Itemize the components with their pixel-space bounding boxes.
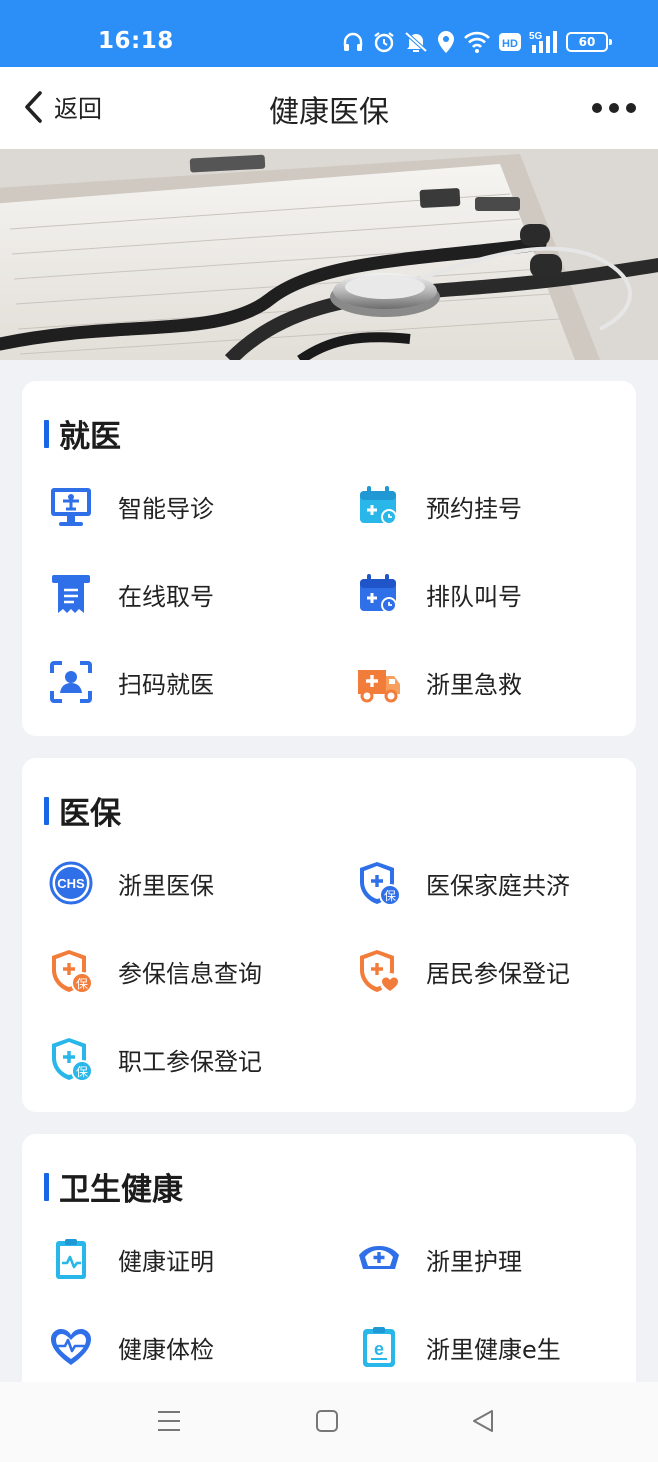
more-button[interactable] bbox=[592, 103, 636, 113]
service-label: 参保信息查询 bbox=[118, 959, 262, 988]
service-item-health-checkup[interactable]: 健康体检 bbox=[48, 1322, 214, 1372]
status-time: 16:18 bbox=[98, 28, 174, 54]
e-record-icon: e bbox=[356, 1324, 402, 1370]
smart-guide-icon bbox=[48, 483, 94, 529]
service-label: 排队叫号 bbox=[426, 582, 522, 611]
service-label: 浙里护理 bbox=[426, 1247, 522, 1276]
service-item-insurance-query[interactable]: 保 参保信息查询 bbox=[48, 946, 262, 996]
service-item-zheli-insurance[interactable]: CHS 浙里医保 bbox=[48, 858, 214, 908]
system-navigation-bar bbox=[0, 1382, 658, 1462]
shield-insurance-icon: 保 bbox=[356, 860, 402, 906]
service-item-resident-register[interactable]: 居民参保登记 bbox=[356, 946, 570, 996]
service-item-online-ticket[interactable]: 在线取号 bbox=[48, 569, 214, 619]
home-button[interactable] bbox=[314, 1408, 340, 1438]
service-item-health-certificate[interactable]: 健康证明 bbox=[48, 1234, 214, 1284]
service-label: 智能导诊 bbox=[118, 494, 214, 523]
location-icon bbox=[438, 31, 454, 53]
service-item-nursing[interactable]: 浙里护理 bbox=[356, 1234, 522, 1284]
5g-signal-icon: 5G bbox=[529, 31, 557, 53]
insurance-badge: 保 bbox=[384, 889, 396, 903]
service-label: 在线取号 bbox=[118, 582, 214, 611]
service-label: 健康证明 bbox=[118, 1247, 214, 1276]
nurse-cap-icon bbox=[356, 1236, 402, 1282]
hd-icon: HD bbox=[499, 33, 521, 51]
battery-icon: 60 bbox=[566, 32, 612, 52]
calendar-appointment-icon bbox=[356, 483, 402, 529]
banner-image bbox=[0, 149, 658, 360]
section-card-health: 卫生健康 健康证明 浙里护理 健康体检 e 浙里健康e生 bbox=[22, 1134, 636, 1424]
net-label: 5G bbox=[529, 31, 543, 42]
service-label: 职工参保登记 bbox=[118, 1047, 262, 1076]
service-label: 健康体检 bbox=[118, 1335, 214, 1364]
service-label: 扫码就医 bbox=[118, 670, 214, 699]
status-icons: HD 5G 60 bbox=[341, 28, 612, 56]
hd-label: HD bbox=[502, 38, 518, 50]
service-item-health-e-life[interactable]: e 浙里健康e生 bbox=[356, 1322, 561, 1372]
status-bar: 16:18 HD 5G 60 bbox=[0, 0, 658, 67]
section-title-health: 卫生健康 bbox=[44, 1164, 183, 1209]
page-title: 健康医保 bbox=[269, 95, 389, 130]
service-label: 浙里医保 bbox=[118, 871, 214, 900]
back-nav-button[interactable] bbox=[470, 1408, 496, 1438]
scan-user-icon bbox=[48, 659, 94, 705]
section-title-medical: 就医 bbox=[44, 411, 121, 456]
shield-insurance-icon: 保 bbox=[48, 948, 94, 994]
menu-icon bbox=[158, 1411, 180, 1431]
service-label: 浙里急救 bbox=[426, 670, 522, 699]
mute-icon bbox=[404, 31, 428, 53]
chs-text: CHS bbox=[57, 876, 85, 891]
home-square-icon bbox=[316, 1410, 338, 1432]
service-item-scan-visit[interactable]: 扫码就医 bbox=[48, 657, 214, 707]
insurance-badge: 保 bbox=[76, 977, 88, 991]
chs-icon: CHS bbox=[48, 860, 94, 906]
section-title-insurance: 医保 bbox=[44, 788, 121, 833]
section-card-medical: 就医 智能导诊 预约挂号 在线取号 排队叫号 扫码就医 浙里急救 bbox=[22, 381, 636, 736]
shield-heart-icon bbox=[356, 948, 402, 994]
service-item-family-insurance[interactable]: 保 医保家庭共济 bbox=[356, 858, 570, 908]
stethoscope-clipboard-illustration bbox=[0, 149, 658, 360]
service-item-employee-register[interactable]: 保 职工参保登记 bbox=[48, 1034, 262, 1084]
queue-calendar-icon bbox=[356, 571, 402, 617]
service-label: 预约挂号 bbox=[426, 494, 522, 523]
ambulance-icon bbox=[356, 659, 402, 705]
nav-bar: 返回 健康医保 bbox=[0, 67, 658, 149]
section-card-insurance: 医保 CHS 浙里医保 保 医保家庭共济 保 参保信息查询 居民参保登记 保 职… bbox=[22, 758, 636, 1112]
health-certificate-icon bbox=[48, 1236, 94, 1282]
service-item-appointment[interactable]: 预约挂号 bbox=[356, 481, 522, 531]
ticket-icon bbox=[48, 571, 94, 617]
shield-insurance-icon: 保 bbox=[48, 1036, 94, 1082]
e-text: e bbox=[374, 1339, 384, 1359]
service-item-queue[interactable]: 排队叫号 bbox=[356, 569, 522, 619]
service-label: 居民参保登记 bbox=[426, 959, 570, 988]
insurance-badge: 保 bbox=[76, 1065, 88, 1079]
triangle-back-icon bbox=[473, 1410, 493, 1432]
alarm-icon bbox=[374, 32, 394, 53]
service-item-emergency[interactable]: 浙里急救 bbox=[356, 657, 522, 707]
headphones-icon bbox=[343, 32, 363, 51]
service-label: 医保家庭共济 bbox=[426, 871, 570, 900]
service-item-smart-guide[interactable]: 智能导诊 bbox=[48, 481, 214, 531]
wifi-icon bbox=[464, 31, 490, 53]
menu-button[interactable] bbox=[156, 1408, 182, 1438]
service-label: 浙里健康e生 bbox=[426, 1335, 561, 1364]
heartbeat-icon bbox=[48, 1324, 94, 1370]
